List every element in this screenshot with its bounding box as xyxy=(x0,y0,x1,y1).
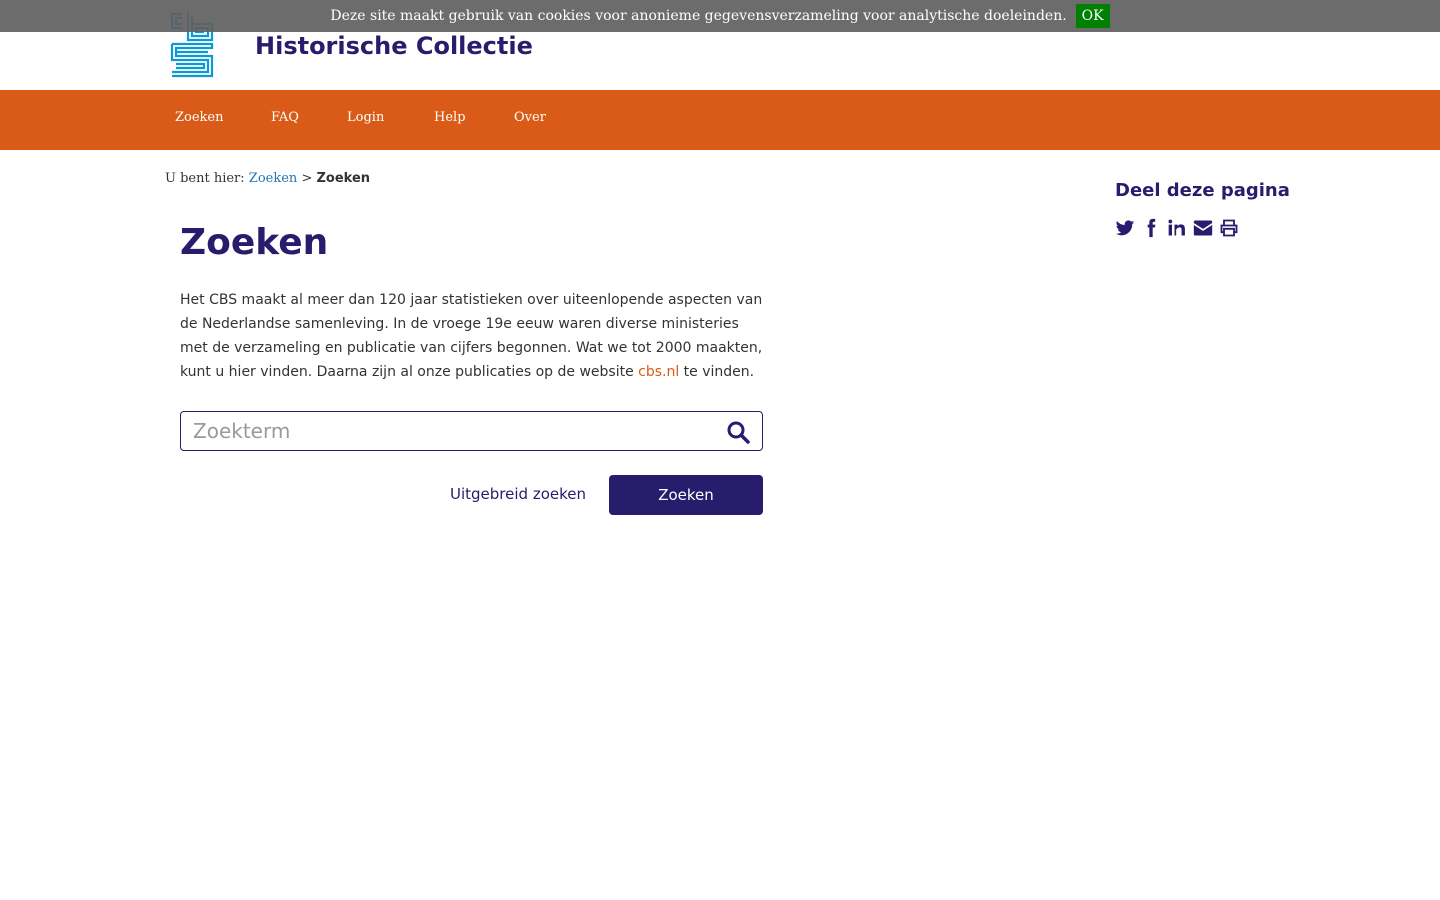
site-title[interactable]: Historische Collectie xyxy=(255,32,533,60)
facebook-icon[interactable] xyxy=(1141,218,1161,238)
share-title: Deel deze pagina xyxy=(1115,180,1290,201)
envelope-icon[interactable] xyxy=(1193,218,1213,238)
cookie-bar: Deze site maakt gebruik van cookies voor… xyxy=(0,0,1440,32)
breadcrumb-prefix: U bent hier: xyxy=(165,171,245,186)
intro-text-end: te vinden. xyxy=(679,364,755,380)
share-icons xyxy=(1115,218,1239,238)
search-input[interactable] xyxy=(193,416,713,446)
linkedin-icon[interactable] xyxy=(1167,218,1187,238)
nav-item-over[interactable]: Over xyxy=(514,110,546,125)
breadcrumb: U bent hier: Zoeken > Zoeken xyxy=(165,171,370,186)
search-button[interactable]: Zoeken xyxy=(609,475,763,515)
cookie-ok-button[interactable]: OK xyxy=(1075,4,1110,28)
nav-item-faq[interactable]: FAQ xyxy=(271,110,299,125)
breadcrumb-current: Zoeken xyxy=(316,171,371,186)
breadcrumb-separator: > xyxy=(301,171,313,186)
cookie-message: Deze site maakt gebruik van cookies voor… xyxy=(330,8,1067,24)
search-icon[interactable] xyxy=(726,420,750,444)
twitter-icon[interactable] xyxy=(1115,218,1135,238)
main-nav: Zoeken FAQ Login Help Over xyxy=(0,90,1440,150)
intro-text: Het CBS maakt al meer dan 120 jaar stati… xyxy=(180,288,770,384)
cbs-link[interactable]: cbs.nl xyxy=(638,364,679,380)
breadcrumb-link-zoeken[interactable]: Zoeken xyxy=(249,171,298,186)
page-title: Zoeken xyxy=(180,222,329,263)
search-box xyxy=(180,411,763,451)
nav-item-zoeken[interactable]: Zoeken xyxy=(175,110,224,125)
nav-item-login[interactable]: Login xyxy=(347,110,384,125)
advanced-search-link[interactable]: Uitgebreid zoeken xyxy=(450,485,586,503)
print-icon[interactable] xyxy=(1219,218,1239,238)
nav-item-help[interactable]: Help xyxy=(434,110,466,125)
